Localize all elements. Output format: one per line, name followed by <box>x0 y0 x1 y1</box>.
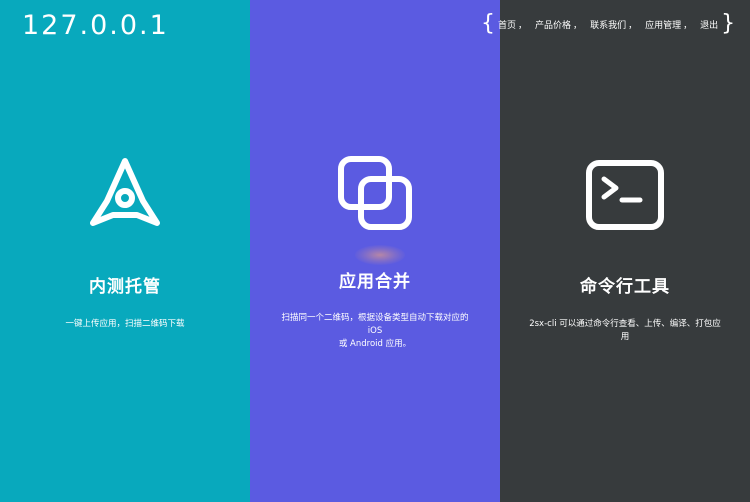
feature-desc-line: 用 <box>620 332 630 342</box>
feature-desc-hosting: 一键上传应用，扫描二维码下载 <box>20 318 230 331</box>
nav-separator: ， <box>628 20 638 31</box>
nav-item-logout[interactable]: 退出 <box>700 18 718 31</box>
nav-separator: ， <box>573 20 583 31</box>
feature-title-hosting: 内测托管 <box>89 277 161 297</box>
feature-desc-line: 2sx-cli 可以通过命令行查看、上传、编译、打包应 <box>529 319 721 329</box>
nav-open-brace: { <box>481 11 495 36</box>
nav-separator: ， <box>518 20 528 31</box>
feature-panel-cli: 命令行工具 2sx-cli 可以通过命令行查看、上传、编译、打包应 用 <box>500 0 750 502</box>
top-nav: { 首页 ， 产品价格 ， 联系我们 ， 应用管理 ， 退出 } <box>478 12 738 36</box>
feature-desc-line: 或 Android 应用。 <box>338 339 412 349</box>
site-title[interactable]: 127.0.0.1 <box>22 10 169 41</box>
blur-glow <box>355 245 405 265</box>
feature-title-cli: 命令行工具 <box>580 277 670 297</box>
nav-separator: ， <box>683 20 693 31</box>
landing-page: 127.0.0.1 内测托管 一键上传应用，扫描二维码下载 应用合并 扫描同一个… <box>0 0 750 502</box>
nav-item-pricing[interactable]: 产品价格 <box>535 18 571 31</box>
rocket-icon <box>90 158 160 226</box>
nav-item-home[interactable]: 首页 <box>498 18 516 31</box>
nav-close-brace: } <box>721 11 736 36</box>
nav-item-app-management[interactable]: 应用管理 <box>645 18 681 31</box>
feature-desc-line: 一键上传应用，扫描二维码下载 <box>65 319 185 329</box>
terminal-icon <box>586 160 664 230</box>
nav-item-contact[interactable]: 联系我们 <box>590 18 626 31</box>
feature-panel-hosting: 127.0.0.1 内测托管 一键上传应用，扫描二维码下载 <box>0 0 250 502</box>
feature-desc-line: iOS <box>367 326 383 336</box>
feature-panel-merge: 应用合并 扫描同一个二维码，根据设备类型自动下载对应的 iOS 或 Androi… <box>250 0 500 502</box>
feature-title-merge: 应用合并 <box>339 272 411 292</box>
feature-desc-merge: 扫描同一个二维码，根据设备类型自动下载对应的 iOS 或 Android 应用。 <box>270 312 480 351</box>
feature-desc-line: 扫描同一个二维码，根据设备类型自动下载对应的 <box>281 313 469 323</box>
feature-desc-cli: 2sx-cli 可以通过命令行查看、上传、编译、打包应 用 <box>520 318 730 344</box>
merge-squares-icon <box>338 156 412 230</box>
